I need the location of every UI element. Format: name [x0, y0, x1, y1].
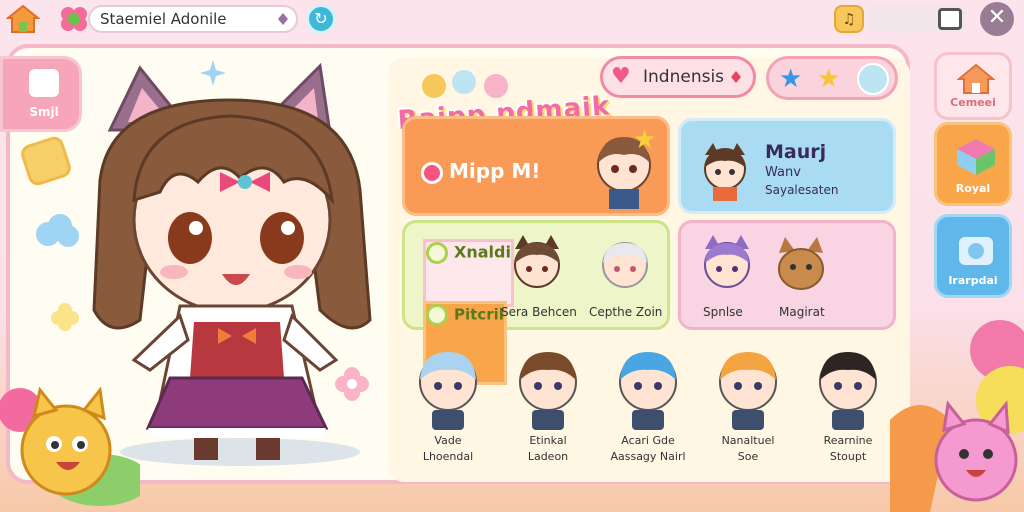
roster-character[interactable]: Acari Gde Aassagy Nairl	[598, 344, 698, 474]
close-button[interactable]: ✕	[980, 2, 1014, 36]
roster-name-line2: Aassagy Nairl	[610, 450, 686, 463]
yellow-mascot[interactable]	[0, 370, 150, 512]
region-label: Indnensis	[643, 67, 725, 87]
home-menu-button[interactable]: Cemeei	[934, 52, 1012, 120]
character-portrait	[519, 352, 577, 430]
friends-row-1-label: Xnaldi	[454, 242, 511, 262]
blue-star-icon: ★	[779, 64, 803, 94]
character-portrait	[419, 352, 477, 430]
featured-label: Mipp M!	[449, 159, 541, 183]
gold-star-icon: ★	[817, 64, 841, 94]
heart-icon: ♥	[611, 64, 631, 89]
friends-row-2-label: Pitcril	[454, 305, 504, 324]
pet-name-2: Magirat	[779, 305, 825, 319]
ring-icon	[426, 242, 448, 264]
roster-name-line2: Lhoendal	[422, 450, 474, 463]
pet-character-2	[778, 237, 824, 290]
pink-mascot[interactable]	[890, 320, 1024, 512]
roster-character[interactable]: Rearnine Stoupt	[798, 344, 898, 474]
friend-character-2	[602, 242, 648, 288]
roster-name-line1: Rearnine	[823, 434, 873, 447]
bag-icon	[29, 69, 59, 97]
music-note-icon: ♫	[842, 10, 856, 28]
info-caption: Sayalesaten	[765, 183, 839, 197]
home-icon[interactable]	[5, 4, 41, 34]
friends-row-1[interactable]: Xnaldi	[423, 239, 514, 307]
roster-character[interactable]: Vade Lhoendal	[398, 344, 498, 474]
region-selector[interactable]: ♥ Indnensis	[600, 56, 756, 98]
roster-name-line1: Vade	[434, 434, 462, 447]
info-card[interactable]: Maurj Wanv Sayalesaten	[678, 118, 896, 214]
pet-character-1	[704, 235, 750, 288]
info-subtitle: Wanv	[765, 165, 801, 180]
pet-name-1: Spnlse	[703, 305, 743, 319]
pets-card[interactable]: Spnlse Magirat	[678, 220, 896, 330]
dropdown-icon	[731, 71, 741, 83]
sync-button[interactable]: ↻	[306, 4, 336, 34]
search-value: Staemiel Adonile	[100, 10, 227, 28]
house-icon	[957, 63, 995, 94]
character-portrait	[819, 352, 877, 430]
home-menu-label: Cemeei	[950, 96, 996, 109]
flower-icon[interactable]	[58, 4, 90, 34]
roster-name-line2: Ladeon	[527, 450, 569, 463]
maximize-button[interactable]	[938, 8, 962, 30]
roster-name-line2: Stoupt	[829, 450, 867, 463]
roster-character[interactable]: Etinkal Ladeon	[498, 344, 598, 474]
gallery-button[interactable]: Irarpdai	[934, 214, 1012, 298]
camera-icon	[959, 237, 993, 265]
sync-icon: ↻	[314, 9, 328, 28]
friends-card[interactable]: Xnaldi Pitcril Sera Behcen Cepthe Zoin	[402, 220, 670, 385]
friend-name-1: Sera Behcen	[501, 305, 577, 319]
gem-icon	[278, 13, 288, 25]
star-sticker-icon: ★	[633, 125, 657, 155]
character-portrait	[719, 352, 777, 430]
rating-bar[interactable]: ★ ★	[766, 56, 898, 100]
featured-card[interactable]: Mipp M! ★	[402, 116, 670, 216]
roster-name-line1: Etinkal	[529, 434, 567, 447]
roster-character[interactable]: Nanaltuel Soe	[698, 344, 798, 474]
royal-label: Royal	[955, 182, 991, 195]
friend-name-2: Cepthe Zoin	[589, 305, 663, 319]
character-portrait	[619, 352, 677, 430]
search-input[interactable]: Staemiel Adonile	[88, 5, 298, 33]
info-character	[704, 143, 746, 201]
roster-name-line1: Acari Gde	[621, 434, 675, 447]
music-button[interactable]: ♫	[834, 5, 864, 33]
roster-name-line1: Nanaltuel	[721, 434, 775, 447]
badge-icon	[426, 304, 448, 326]
cube-icon	[957, 139, 995, 175]
friend-character-1	[514, 235, 560, 288]
royal-button[interactable]: Royal	[934, 122, 1012, 206]
roster-name-line2: Soe	[737, 450, 759, 463]
info-title: Maurj	[765, 141, 827, 163]
gallery-label: Irarpdai	[948, 274, 998, 287]
featured-pill: Mipp M!	[421, 159, 540, 184]
character-roster: Vade Lhoendal Etinkal Ladeon Acari Gde Aassag…	[398, 344, 898, 474]
record-icon	[421, 161, 443, 184]
close-icon: ✕	[987, 5, 1007, 30]
avatar[interactable]	[857, 63, 889, 95]
